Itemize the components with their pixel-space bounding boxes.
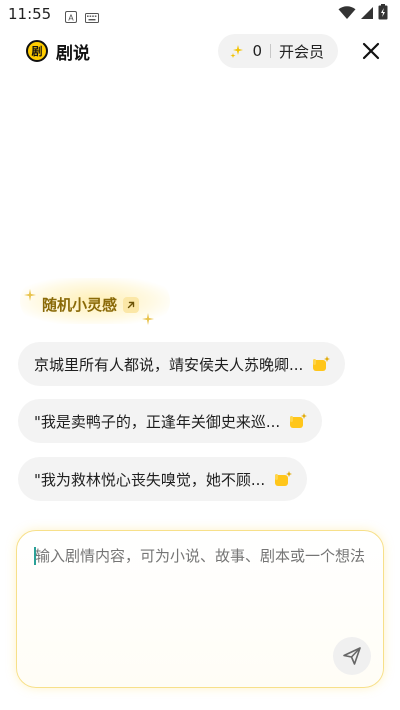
keyboard-icon	[85, 8, 100, 23]
svg-text:A: A	[68, 14, 74, 23]
vip-button[interactable]: 0 开会员	[218, 34, 338, 68]
pill-divider	[269, 44, 271, 58]
plot-input[interactable]	[35, 543, 365, 621]
status-time: 11:55	[8, 5, 52, 23]
logo-glyph: 剧	[31, 45, 43, 58]
status-right-group	[338, 4, 388, 24]
suggestion-text: "我为救林悦心丧失嗅觉，她不顾...	[34, 470, 266, 489]
close-icon	[362, 42, 380, 60]
app-header: 剧 剧说 0 开会员	[0, 28, 400, 74]
suggestion-text: 京城里所有人都说，靖安侯夫人苏晚卿...	[34, 355, 304, 374]
clap-hand-icon	[288, 412, 308, 430]
signal-icon	[360, 5, 374, 24]
app-title: 剧说	[56, 43, 90, 64]
plot-input-box	[16, 530, 384, 688]
sparkle-decoration-icon	[142, 310, 154, 329]
sparkle-icon	[230, 44, 244, 58]
suggestion-chip[interactable]: "我为救林悦心丧失嗅觉，她不顾...	[18, 457, 308, 501]
points-count: 0	[252, 42, 262, 60]
wifi-icon	[338, 5, 356, 24]
status-bar: 11:55 A	[0, 0, 400, 28]
arrow-up-right-icon	[123, 296, 140, 313]
clap-hand-icon	[273, 470, 293, 488]
send-button[interactable]	[333, 637, 371, 675]
a-notification-icon: A	[65, 8, 78, 23]
random-inspiration-button[interactable]: 随机小灵感	[20, 278, 170, 325]
close-button[interactable]	[358, 38, 384, 64]
send-icon	[342, 646, 362, 666]
clap-hand-icon	[311, 355, 331, 373]
battery-charging-icon	[378, 4, 388, 24]
suggestion-chip[interactable]: "我是卖鸭子的，正逢年关御史来巡...	[18, 399, 323, 443]
app-logo: 剧	[26, 40, 48, 62]
suggestion-chip[interactable]: 京城里所有人都说，靖安侯夫人苏晚卿...	[18, 342, 346, 386]
suggestion-text: "我是卖鸭子的，正逢年关御史来巡...	[34, 412, 281, 431]
vip-label: 开会员	[278, 42, 324, 61]
inspiration-label: 随机小灵感	[42, 296, 118, 314]
